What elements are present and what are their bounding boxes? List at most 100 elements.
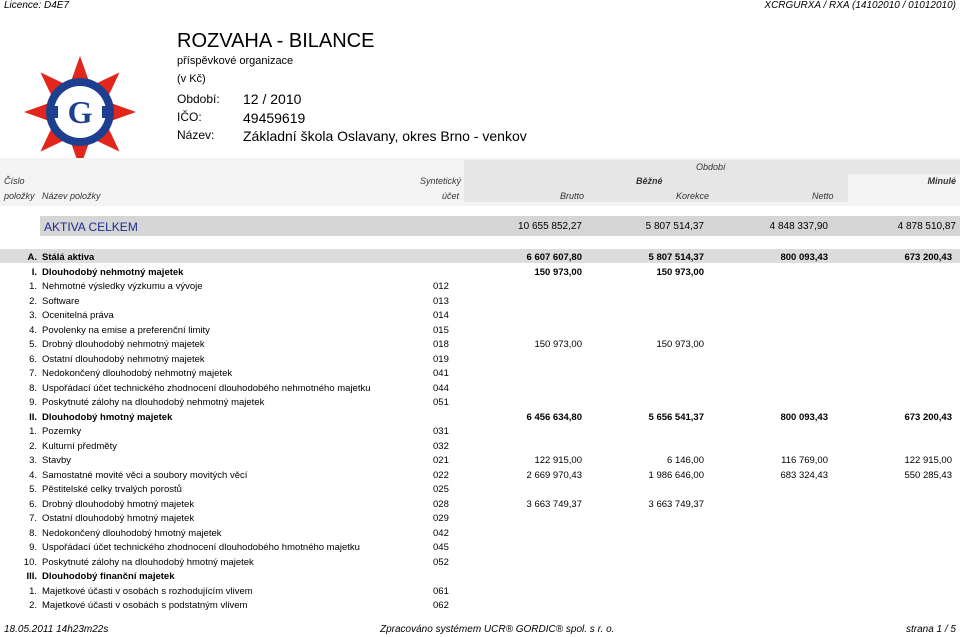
row-korekce: 150 973,00	[656, 339, 704, 350]
row-account: 051	[433, 397, 449, 408]
row-korekce: 5 807 514,37	[648, 252, 704, 263]
row-brutto: 150 973,00	[534, 339, 582, 350]
table-row: 2. Majetkové účasti v osobách s podstatný…	[0, 599, 960, 613]
table-row: 2. Software 013	[0, 295, 960, 309]
table-row: 8. Uspořádací účet technického zhodnocení…	[0, 382, 960, 396]
row-name: Stavby	[42, 455, 72, 466]
row-name: Ostatní dlouhodobý nehmotný majetek	[42, 353, 205, 365]
licence-label: Licence: D4E7	[4, 0, 70, 11]
row-account: 052	[433, 556, 449, 568]
row-number: 9.	[29, 542, 37, 553]
row-name: Pěstitelské celky trvalých porostů	[42, 484, 182, 495]
row-account: 041	[433, 368, 449, 379]
ico-value: 49459619	[243, 110, 306, 126]
col-bezne: Běžné	[636, 176, 663, 186]
row-netto: 683 324,43	[780, 469, 828, 481]
row-account: 062	[433, 600, 449, 611]
row-korekce: 5 656 541,37	[648, 411, 704, 423]
svg-text:G: G	[68, 94, 93, 130]
row-name: Kulturní předměty	[42, 440, 117, 452]
table-row: 6. Ostatní dlouhodobý nehmotný majetek 019	[0, 353, 960, 367]
table-row: 6. Drobný dlouhodobý hmotný majetek 028 3 6…	[0, 498, 960, 512]
row-name: Ostatní dlouhodobý hmotný majetek	[42, 513, 195, 524]
row-number: 2.	[29, 295, 37, 307]
row-number: II.	[29, 411, 37, 423]
row-number: 9.	[29, 397, 37, 408]
row-number: 8.	[29, 527, 37, 539]
row-brutto: 3 663 749,37	[526, 498, 582, 510]
row-name: Dlouhodobý hmotný majetek	[42, 411, 173, 423]
row-name: Povolenky na emise a preferenční limity	[42, 324, 210, 336]
row-number: 1.	[29, 281, 37, 292]
table-row: 2. Kulturní předměty 032	[0, 440, 960, 454]
report-code: XCRGURXA / RXA (14102010 / 01012010)	[764, 0, 956, 11]
row-number: 2.	[29, 600, 37, 611]
name-label: Název:	[177, 128, 215, 142]
row-netto: 116 769,00	[781, 455, 828, 466]
period-label: Období:	[177, 92, 220, 106]
col-ucet: účet	[442, 191, 460, 201]
row-number: 6.	[29, 498, 37, 510]
table-row: III. Dlouhodobý finanční majetek	[0, 570, 960, 584]
report-subtitle: příspěvkové organizace	[177, 55, 294, 67]
row-brutto: 6 456 634,80	[526, 411, 582, 423]
footer-system: Zpracováno systémem UCR® GORDIC® spol. s…	[380, 624, 615, 635]
row-korekce: 3 663 749,37	[648, 498, 704, 510]
row-account: 029	[433, 513, 449, 524]
row-number: 2.	[29, 440, 37, 452]
row-brutto: 6 607 607,80	[526, 252, 582, 263]
row-korekce: 6 146,00	[667, 455, 704, 466]
row-account: 012	[433, 281, 449, 292]
organization-name: Základní škola Oslavany, okres Brno - ve…	[243, 128, 527, 144]
col-nazev: Název položky	[42, 191, 101, 201]
row-number: 7.	[29, 368, 37, 379]
row-minule: 550 285,43	[904, 469, 952, 481]
row-name: Nehmotné výsledky výzkumu a vývoje	[42, 281, 203, 292]
row-number: 5.	[29, 339, 37, 350]
row-account: 045	[433, 542, 449, 553]
table-row: 4. Povolenky na emise a preferenční limit…	[0, 324, 960, 338]
table-row: 1. Pozemky 031	[0, 425, 960, 439]
row-number: 8.	[29, 382, 37, 394]
col-obdobi: Období	[696, 162, 726, 172]
row-brutto: 122 915,00	[534, 455, 582, 466]
row-number: 3.	[29, 455, 37, 466]
report-title: ROZVAHA - BILANCE	[177, 30, 375, 52]
row-account: 015	[433, 324, 449, 336]
total-brutto: 10 655 852,27	[518, 221, 582, 232]
total-minule: 4 878 510,87	[897, 221, 956, 232]
total-korekce: 5 807 514,37	[645, 221, 704, 232]
footer-page: strana 1 / 5	[905, 624, 956, 635]
row-account: 028	[433, 498, 449, 510]
table-row: 8. Nedokončený dlouhodobý hmotný majetek 0…	[0, 527, 960, 541]
table-row: I. Dlouhodobý nehmotný majetek 150 973,00 1…	[0, 266, 960, 280]
table-row: 9. Poskytnuté zálohy na dlouhodobý nehmot…	[0, 396, 960, 410]
table-row: 7. Ostatní dlouhodobý hmotný majetek 029	[0, 512, 960, 526]
gordic-logo-icon: G	[24, 56, 136, 168]
col-polozky: položky	[4, 191, 35, 201]
row-name: Poskytnuté zálohy na dlouhodobý nehmotný…	[42, 397, 265, 408]
row-account: 014	[433, 310, 449, 321]
col-minule: Minulé	[927, 176, 957, 186]
table-row: II. Dlouhodobý hmotný majetek 6 456 634,80…	[0, 411, 960, 425]
row-account: 032	[433, 440, 449, 452]
row-account: 042	[433, 527, 449, 539]
row-account: 019	[433, 353, 449, 365]
row-brutto: 150 973,00	[534, 266, 582, 278]
row-account: 018	[433, 339, 449, 350]
row-minule: 673 200,43	[904, 252, 952, 263]
row-number: A.	[27, 252, 38, 263]
brutto-strip	[464, 188, 848, 202]
row-number: 1.	[29, 426, 37, 437]
row-account: 013	[433, 295, 449, 307]
total-netto: 4 848 337,90	[769, 221, 828, 232]
row-number: 7.	[29, 513, 37, 524]
row-number: 1.	[29, 585, 37, 597]
row-account: 025	[433, 484, 449, 495]
row-number: 10.	[23, 556, 37, 568]
row-name: Uspořádací účet technického zhodnocení d…	[42, 542, 360, 553]
row-korekce: 150 973,00	[656, 266, 704, 278]
row-account: 044	[433, 382, 449, 394]
row-number: I.	[31, 266, 37, 278]
row-minule: 122 915,00	[904, 455, 952, 466]
